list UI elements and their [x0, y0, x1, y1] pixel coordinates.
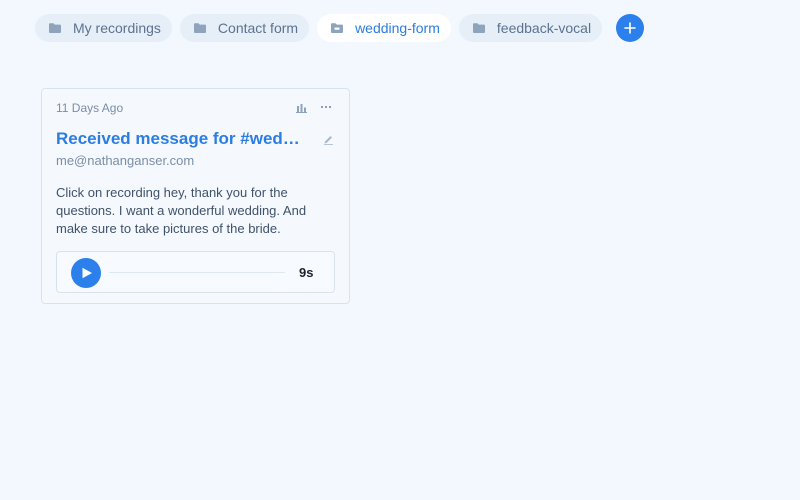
folder-tabs: My recordings Contact form wedding-form … — [35, 14, 645, 42]
folder-open-icon — [330, 21, 344, 35]
progress-track[interactable] — [109, 272, 285, 273]
sender-email: me@nathanganser.com — [56, 153, 195, 168]
folder-icon — [193, 21, 207, 35]
recording-duration: 9s — [299, 265, 314, 280]
play-button[interactable] — [71, 258, 101, 288]
tab-label: Contact form — [217, 20, 299, 36]
tab-wedding-form[interactable]: wedding-form — [317, 14, 451, 42]
bar-chart-icon[interactable] — [296, 102, 307, 113]
tab-feedback-vocal[interactable]: feedback-vocal — [458, 14, 603, 42]
recording-card: 11 Days Ago Received message for #weddin… — [41, 88, 350, 304]
add-folder-button[interactable] — [616, 14, 645, 42]
tab-label: My recordings — [73, 20, 161, 36]
folder-icon — [472, 21, 486, 35]
play-icon — [82, 267, 92, 279]
tab-label: wedding-form — [355, 20, 440, 36]
tab-label: feedback-vocal — [496, 20, 592, 36]
recording-title[interactable]: Received message for #wedding-form — [56, 129, 308, 149]
tab-contact-form[interactable]: Contact form — [179, 14, 310, 42]
recording-transcript: Click on recording hey, thank you for th… — [56, 185, 307, 236]
more-dots-icon[interactable] — [320, 102, 332, 112]
plus-icon — [624, 22, 636, 34]
folder-icon — [48, 21, 62, 35]
recording-date: 11 Days Ago — [56, 101, 124, 115]
audio-player: 9s — [56, 251, 335, 293]
pencil-icon[interactable] — [323, 134, 334, 145]
tab-my-recordings[interactable]: My recordings — [35, 14, 172, 42]
